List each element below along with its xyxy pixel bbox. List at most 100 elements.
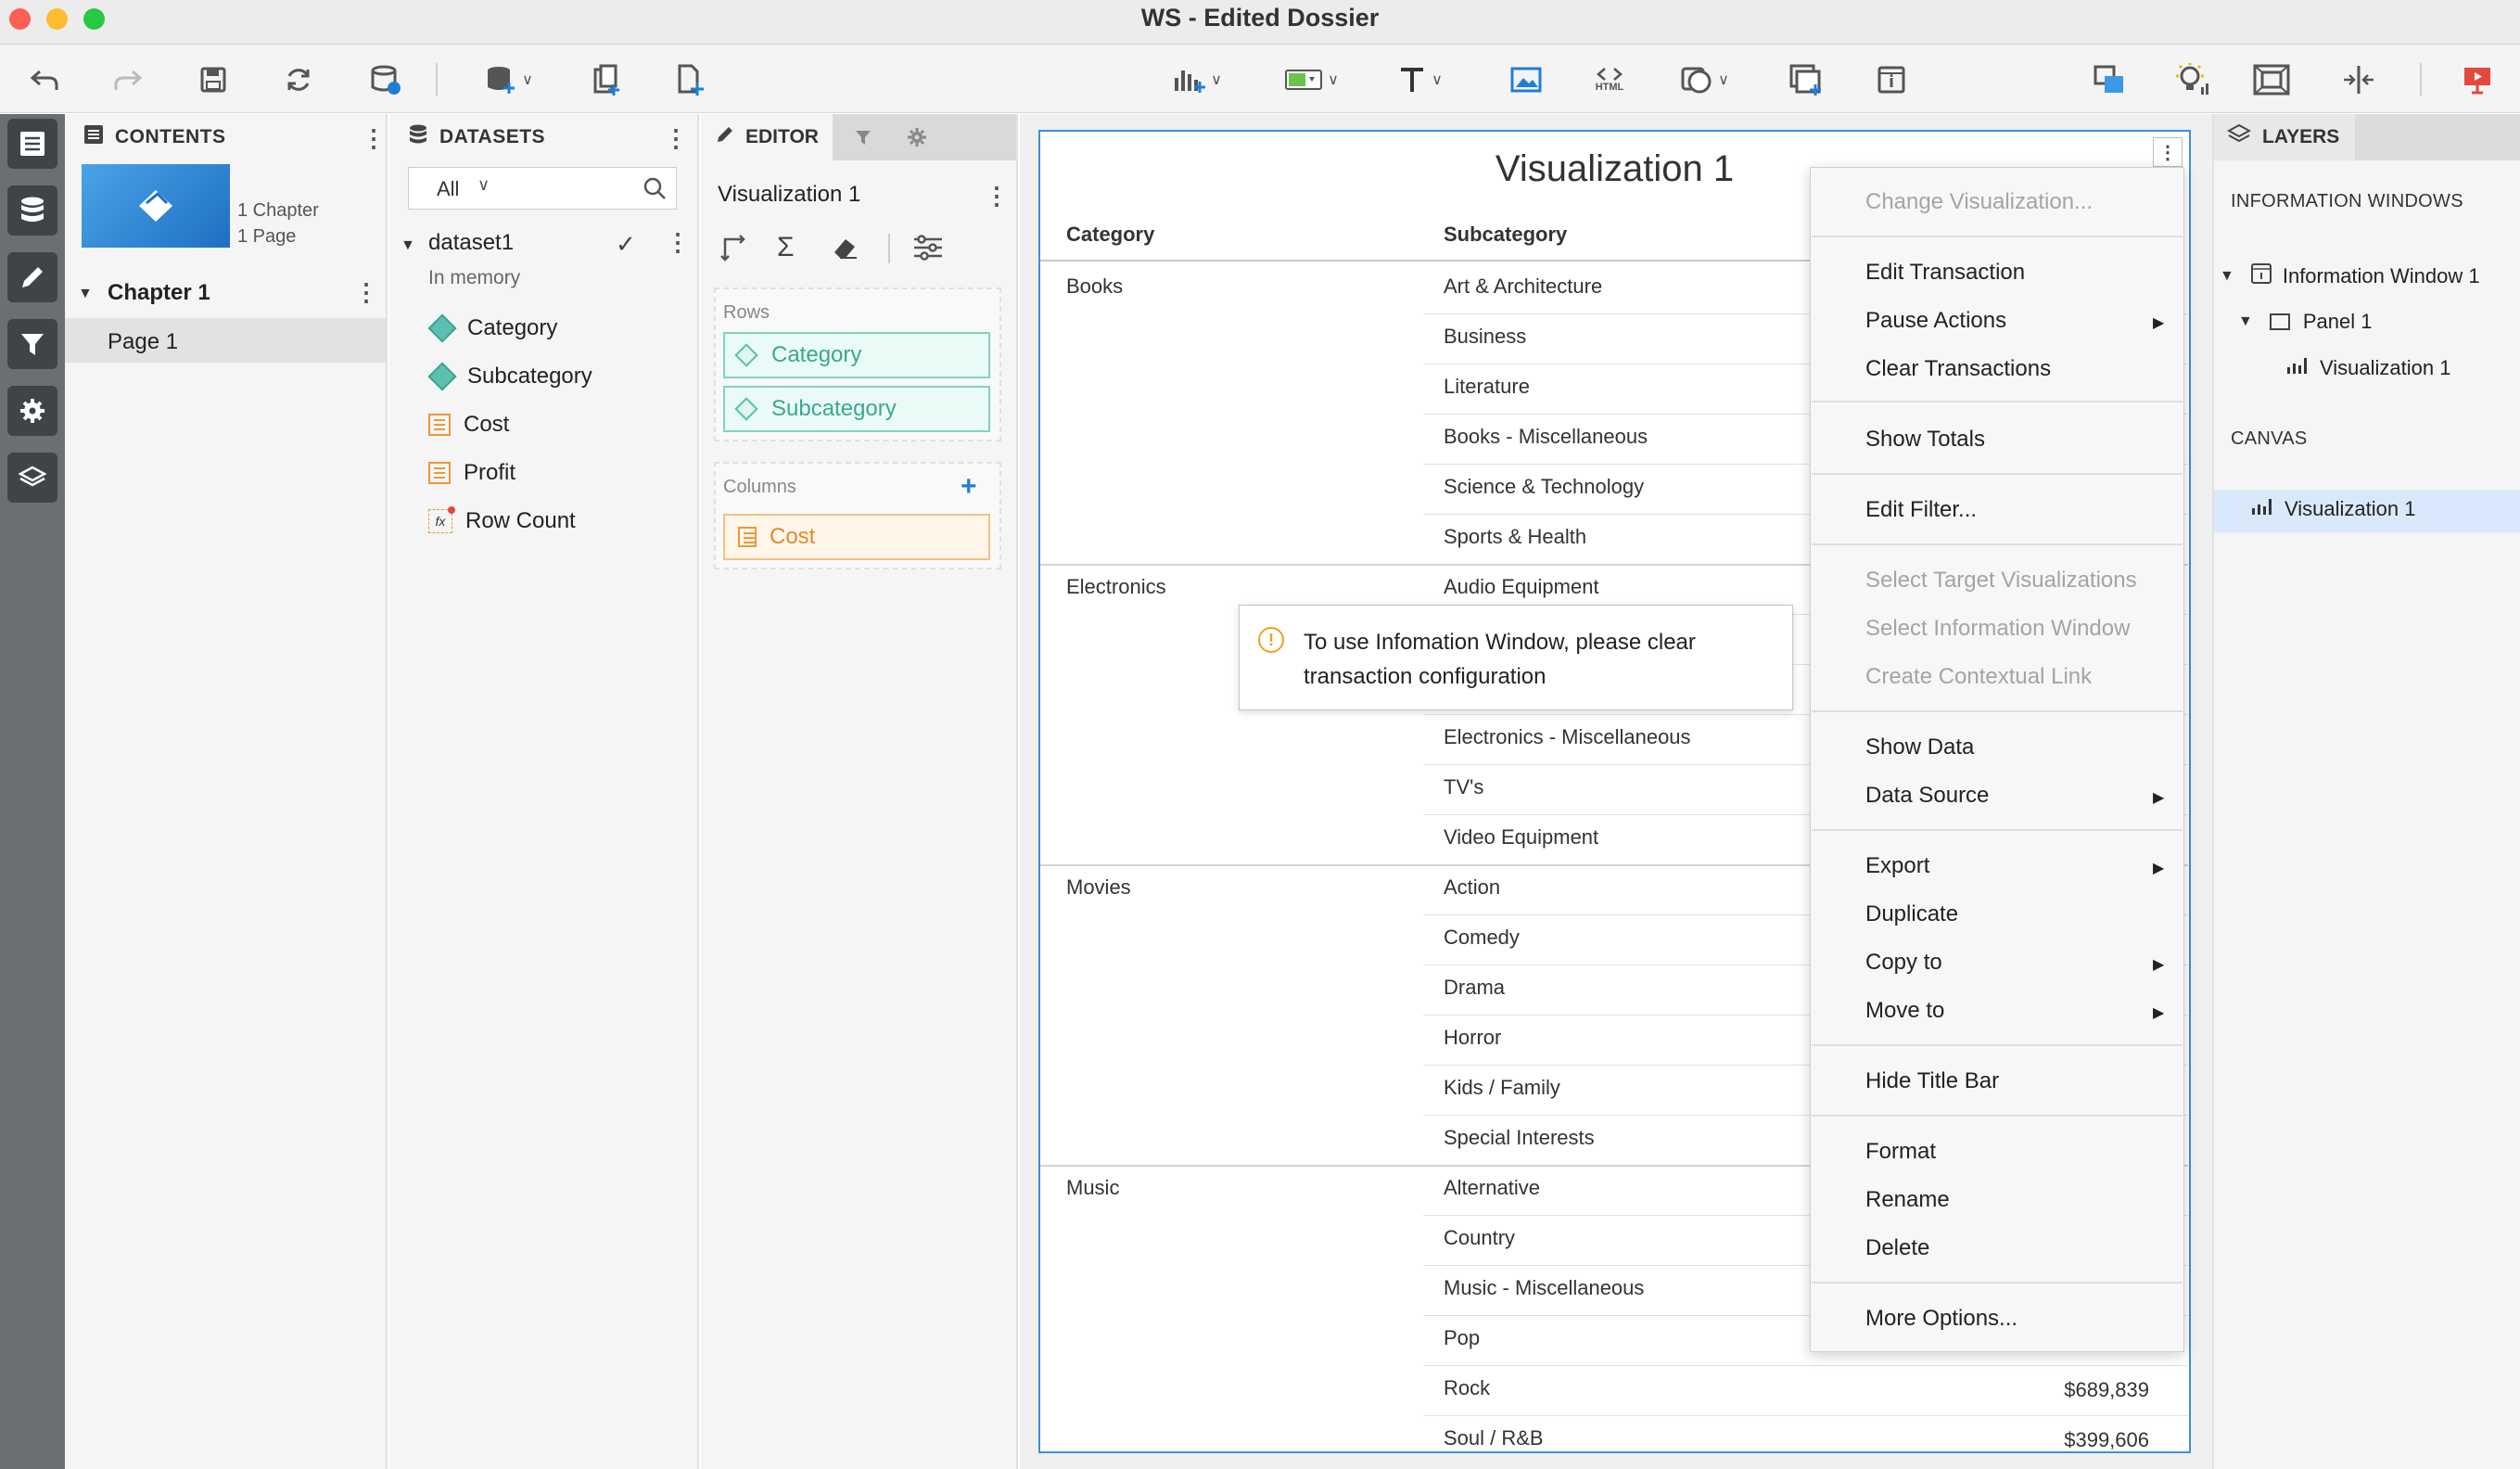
insights-icon[interactable] <box>2173 61 2214 98</box>
settings-sliders-icon[interactable] <box>912 234 944 268</box>
filter-selector-icon[interactable]: ∨ <box>1278 61 1346 98</box>
dataset-item-category[interactable]: Category <box>427 313 557 343</box>
dataset-item-profit[interactable]: Profit <box>428 460 515 486</box>
menu-item-edit-transaction[interactable]: Edit Transaction <box>1865 260 2025 286</box>
rows-pill-subcategory[interactable]: Subcategory <box>723 386 990 432</box>
visualization-icon[interactable]: ∨ <box>1165 61 1229 98</box>
html-icon[interactable]: HTML <box>1587 61 1632 98</box>
category-cell[interactable]: Movies <box>1066 875 1131 900</box>
subcategory-cell[interactable]: Audio Equipment <box>1444 575 1599 599</box>
text-icon[interactable]: ∨ <box>1391 61 1450 98</box>
totals-sigma-icon[interactable]: Σ <box>777 232 795 263</box>
subcategory-cell[interactable]: Country <box>1444 1226 1515 1250</box>
columns-pill-cost[interactable]: Cost <box>723 514 990 560</box>
save-icon[interactable] <box>195 61 232 98</box>
menu-item-duplicate[interactable]: Duplicate <box>1865 901 1958 927</box>
contents-icon[interactable] <box>7 119 57 169</box>
subcategory-cell[interactable]: Pop <box>1444 1326 1480 1350</box>
subcategory-cell[interactable]: Electronics - Miscellaneous <box>1444 725 1691 749</box>
swap-axes-icon[interactable] <box>719 234 747 268</box>
add-data-icon[interactable]: ∨ <box>477 61 541 98</box>
dataset-item-row-count[interactable]: fx Row Count <box>428 506 576 534</box>
subcategory-cell[interactable]: Action <box>1444 875 1500 900</box>
subcategory-cell[interactable]: Sports & Health <box>1444 525 1586 549</box>
dataset-more-icon[interactable]: ⋮ <box>666 230 690 254</box>
subcategory-cell[interactable]: Horror <box>1444 1026 1501 1050</box>
layers-icon[interactable] <box>7 453 57 503</box>
layer-canvas-visualization-1[interactable]: Visualization 1 <box>2251 497 2415 521</box>
add-column-icon[interactable]: + <box>961 471 977 503</box>
subcategory-cell[interactable]: Special Interests <box>1444 1126 1595 1150</box>
subcategory-cell[interactable]: Alternative <box>1444 1176 1540 1200</box>
responsive-icon[interactable] <box>2338 61 2379 98</box>
rows-pill-category[interactable]: Category <box>723 332 990 378</box>
redo-icon[interactable] <box>109 61 146 98</box>
chapter-more-icon[interactable]: ⋮ <box>354 280 378 304</box>
dataset-filter-dropdown[interactable]: All ∨ <box>408 167 677 210</box>
subcategory-cell[interactable]: Literature <box>1444 375 1530 399</box>
layer-icon[interactable] <box>2092 61 2129 98</box>
present-icon[interactable] <box>2459 61 2496 98</box>
add-chapter-icon[interactable] <box>588 61 625 98</box>
subcategory-cell[interactable]: Kids / Family <box>1444 1076 1560 1100</box>
search-icon[interactable] <box>643 176 667 207</box>
menu-item-data-source[interactable]: Data Source <box>1865 783 1989 809</box>
menu-item-pause-actions[interactable]: Pause Actions <box>1865 308 2006 334</box>
cost-value-cell[interactable]: $689,839 <box>2064 1378 2149 1402</box>
subcategory-cell[interactable]: Comedy <box>1444 926 1520 950</box>
menu-item-clear-transactions[interactable]: Clear Transactions <box>1865 356 2051 382</box>
information-window-icon[interactable] <box>1873 61 1910 98</box>
subcategory-cell[interactable]: Music - Miscellaneous <box>1444 1276 1644 1300</box>
subcategory-cell[interactable]: Video Equipment <box>1444 825 1598 849</box>
dossier-cover-thumbnail[interactable] <box>82 164 230 248</box>
tab-layers[interactable]: LAYERS <box>2214 114 2355 160</box>
menu-item-delete[interactable]: Delete <box>1865 1235 1929 1261</box>
subcategory-cell[interactable]: Books - Miscellaneous <box>1444 425 1648 449</box>
subcategory-cell[interactable]: Art & Architecture <box>1444 275 1602 299</box>
dataset-collapse-icon[interactable]: ▼ <box>401 237 415 254</box>
page-title[interactable]: Page 1 <box>108 329 178 355</box>
subcategory-cell[interactable]: Business <box>1444 325 1526 349</box>
menu-item-copy-to[interactable]: Copy to <box>1865 950 1942 976</box>
fit-page-icon[interactable] <box>2251 61 2292 98</box>
subcategory-cell[interactable]: Rock <box>1444 1376 1490 1400</box>
menu-item-format[interactable]: Format <box>1865 1139 1936 1165</box>
menu-item-show-totals[interactable]: Show Totals <box>1865 427 1985 453</box>
add-page-icon[interactable] <box>671 61 708 98</box>
menu-item-more-options[interactable]: More Options... <box>1865 1306 2017 1332</box>
subcategory-cell[interactable]: Science & Technology <box>1444 475 1644 499</box>
chapter-collapse-icon[interactable]: ▼ <box>78 286 93 302</box>
category-cell[interactable]: Books <box>1066 275 1123 299</box>
dataset-item-subcategory[interactable]: Subcategory <box>427 362 592 391</box>
category-cell[interactable]: Music <box>1066 1176 1119 1200</box>
column-header-subcategory[interactable]: Subcategory <box>1444 223 1567 247</box>
layer-info-window-1[interactable]: ▼ Information Window 1 <box>2220 263 2480 289</box>
subcategory-cell[interactable]: Drama <box>1444 976 1505 1000</box>
menu-item-export[interactable]: Export <box>1865 853 1929 879</box>
cost-value-cell[interactable]: $399,606 <box>2064 1428 2149 1452</box>
tab-format[interactable] <box>890 114 944 160</box>
layer-panel-1[interactable]: ▼ Panel 1 <box>2238 310 2372 334</box>
menu-item-hide-title-bar[interactable]: Hide Title Bar <box>1865 1068 1999 1094</box>
menu-item-rename[interactable]: Rename <box>1865 1187 1950 1213</box>
image-icon[interactable] <box>1508 61 1545 98</box>
tab-filter[interactable] <box>836 114 890 160</box>
chapter-title[interactable]: Chapter 1 <box>108 280 210 306</box>
editor-icon[interactable] <box>7 252 57 302</box>
tab-editor[interactable]: EDITOR <box>701 114 833 160</box>
visualization-menu-button[interactable]: ⋮ <box>2153 137 2183 167</box>
contents-more-icon[interactable]: ⋮ <box>362 126 386 150</box>
column-header-category[interactable]: Category <box>1066 223 1154 247</box>
shape-icon[interactable]: ∨ <box>1673 61 1737 98</box>
datasets-icon[interactable] <box>7 185 57 236</box>
subcategory-cell[interactable]: Soul / R&B <box>1444 1426 1544 1450</box>
editor-more-icon[interactable]: ⋮ <box>985 184 1009 208</box>
collapse-triangle-icon[interactable]: ▼ <box>2238 313 2253 330</box>
refresh-icon[interactable] <box>280 61 317 98</box>
category-cell[interactable]: Electronics <box>1066 575 1166 599</box>
eraser-icon[interactable] <box>831 234 859 268</box>
dataset-item-cost[interactable]: Cost <box>428 412 509 438</box>
menu-item-move-to[interactable]: Move to <box>1865 998 1944 1024</box>
data-source-icon[interactable] <box>367 61 404 98</box>
menu-item-edit-filter[interactable]: Edit Filter... <box>1865 497 1977 523</box>
